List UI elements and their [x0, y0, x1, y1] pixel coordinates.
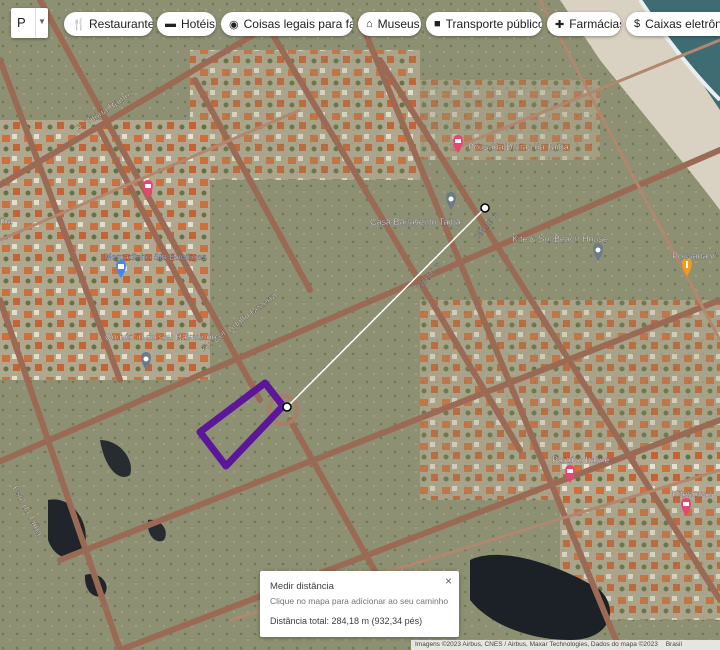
place-label[interactable]: Pousada vi [672, 251, 717, 261]
chip-atms[interactable]: $ Caixas eletrôni [626, 12, 720, 36]
attribution-bar: Imagens ©2023 Airbus, CNES / Airbus, Max… [411, 640, 720, 650]
chip-pharmacies[interactable]: ✚ Farmácias [547, 12, 621, 36]
top-toolbar: P ▼ 🍴Restaurantes ▬ Hotéis ◉ Coisas legais… [0, 0, 720, 50]
pharmacy-icon: ✚ [555, 18, 565, 31]
place-label[interactable]: Casa Barlavento Taíba [370, 217, 461, 227]
search-text: P [17, 15, 26, 30]
chip-label: Museus [377, 17, 420, 31]
search-input[interactable]: P ▼ [11, 8, 48, 38]
measure-point[interactable] [480, 203, 490, 213]
measure-hint: Clique no mapa para adicionar ao seu cam… [270, 596, 449, 606]
chip-museums[interactable]: ⌂ Museus [358, 12, 421, 36]
chip-attractions[interactable]: ◉ Coisas legais para faz... [221, 12, 353, 36]
chevron-down-icon: ▼ [38, 17, 46, 26]
bed-icon: ▬ [165, 18, 176, 30]
place-label[interactable]: Comércio do seu Raimundo [105, 332, 217, 342]
fork-knife-icon: 🍴 [72, 18, 86, 31]
chip-label: Coisas legais para faz... [243, 17, 353, 31]
place-label[interactable]: Kitehouse [672, 489, 712, 499]
total-distance: Distância total: 284,18 m (932,34 pés) [270, 616, 423, 626]
chip-label: Transporte público [445, 17, 542, 31]
chip-restaurants[interactable]: 🍴Restaurantes [64, 12, 153, 36]
atm-icon: $ [634, 18, 641, 30]
place-label[interactable]: Mercadinho Sta Edwirges [104, 252, 207, 262]
chip-label: Hotéis [181, 17, 216, 31]
measure-distance-panel: × Medir distância Clique no mapa para ad… [260, 571, 459, 637]
chip-label: Restaurantes [89, 17, 153, 31]
chip-label: Caixas eletrôni [645, 17, 720, 31]
measure-point[interactable] [282, 402, 292, 412]
chip-hotels[interactable]: ▬ Hotéis [157, 12, 216, 36]
measure-title: Medir distância [270, 581, 334, 592]
chip-label: Farmácias [569, 17, 621, 31]
close-icon[interactable]: × [445, 574, 452, 588]
chip-transit[interactable]: ■ Transporte público [426, 12, 542, 36]
satellite-map[interactable]: 284,18 m 220,00 m R. Vitória Ramos Av. C… [0, 0, 720, 650]
place-label[interactable]: Pousada Dunas da Taíba [468, 142, 569, 152]
country-label: Brasil [665, 641, 682, 648]
bus-icon: ■ [434, 18, 441, 30]
place-label[interactable]: Paraíso Italine [552, 455, 610, 465]
place-label[interactable]: Kite & Sol Beach House [512, 234, 608, 244]
imagery-credit[interactable]: Imagens ©2023 Airbus, CNES / Airbus, Max… [415, 641, 658, 648]
camera-icon: ◉ [229, 18, 239, 31]
search-dropdown[interactable]: ▼ [35, 8, 48, 38]
museum-icon: ⌂ [366, 18, 373, 30]
place-label: íba [0, 216, 13, 226]
